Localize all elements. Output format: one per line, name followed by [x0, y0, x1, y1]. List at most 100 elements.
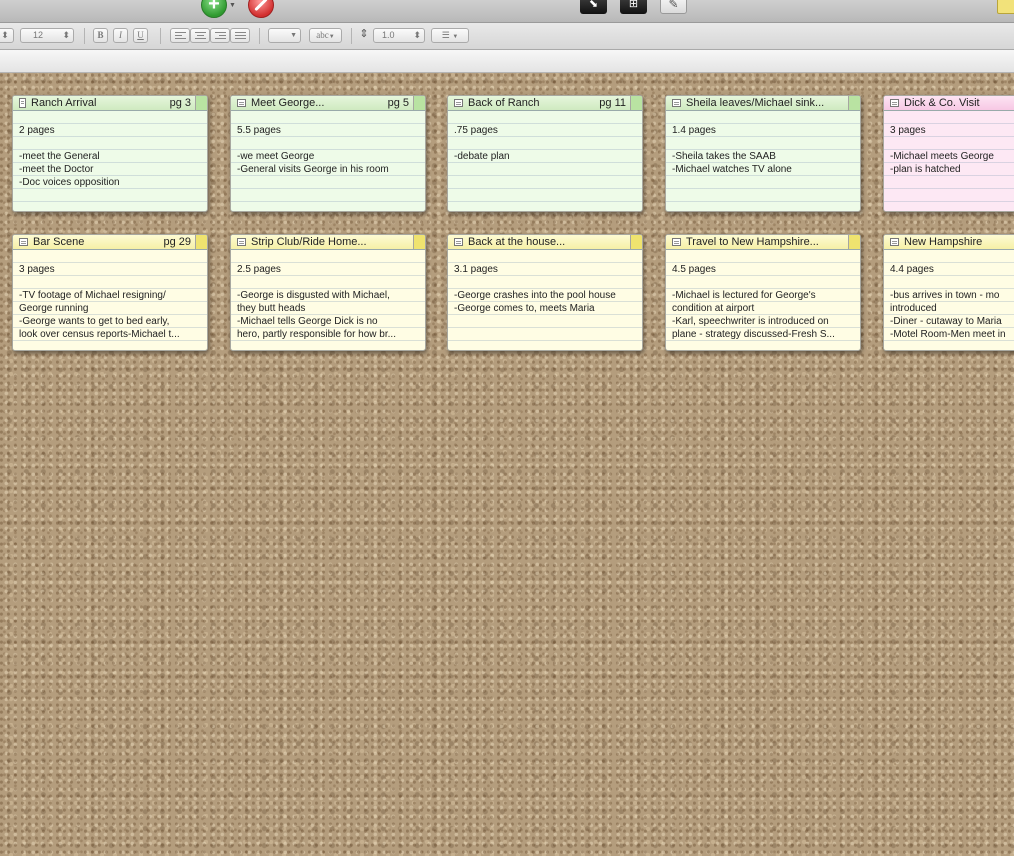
card-title-bar: Sheila leaves/Michael sink...: [666, 96, 860, 111]
card-title-bar: Strip Club/Ride Home...: [231, 235, 425, 250]
synopsis-line: -Diner - cutaway to Maria: [890, 316, 1002, 327]
synopsis-line: -Sheila takes the SAAB: [672, 151, 776, 162]
synopsis-line: -plan is hatched: [890, 164, 961, 175]
justify-button[interactable]: [230, 28, 250, 43]
index-card[interactable]: New Hampshire 4.4 pages -bus arrives in …: [883, 234, 1014, 351]
document-icon: [237, 99, 246, 107]
font-size-stepper-icon[interactable]: ⬍: [62, 29, 70, 42]
synopsis-line: introduced: [890, 303, 937, 314]
document-icon: [672, 99, 681, 107]
index-card[interactable]: Back at the house... 3.1 pages -George c…: [447, 234, 643, 351]
card-synopsis[interactable]: 2 pages -meet the General -meet the Doct…: [13, 111, 207, 211]
line-spacing-field[interactable]: 1.0 ⬍: [373, 28, 425, 43]
synopsis-line: -Doc voices opposition: [19, 177, 120, 188]
card-page-count: 5.5 pages: [237, 125, 281, 136]
header-strip: [0, 50, 1014, 73]
card-title-bar: Back at the house...: [448, 235, 642, 250]
index-card[interactable]: Back of Ranch pg 11 .75 pages -debate pl…: [447, 95, 643, 212]
document-icon: [890, 99, 899, 107]
card-title-bar: Dick & Co. Visit: [884, 96, 1014, 111]
style-stepper[interactable]: ⬍: [0, 28, 14, 43]
synopsis-line: -George comes to, meets Maria: [454, 303, 595, 314]
card-synopsis[interactable]: 4.5 pages -Michael is lectured for Georg…: [666, 250, 860, 350]
document-icon: [454, 238, 463, 246]
synopsis-line: -bus arrives in town - mo: [890, 290, 1000, 301]
card-title-bar: Bar Scene pg 29: [13, 235, 207, 250]
card-title: Back at the house...: [468, 236, 566, 248]
list-icon: ☰: [441, 30, 450, 40]
synopsis-line: condition at airport: [672, 303, 755, 314]
index-card[interactable]: Dick & Co. Visit 3 pages -Michael meets …: [883, 95, 1014, 212]
line-spacing-value: 1.0: [382, 30, 395, 40]
note-icon[interactable]: [997, 0, 1014, 14]
card-title: Meet George...: [251, 97, 325, 109]
index-card[interactable]: Sheila leaves/Michael sink... 1.4 pages …: [665, 95, 861, 212]
index-card[interactable]: Bar Scene pg 29 3 pages -TV footage of M…: [12, 234, 208, 351]
card-synopsis[interactable]: 3 pages -TV footage of Michael resigning…: [13, 250, 207, 350]
synopsis-line: -George is disgusted with Michael,: [237, 290, 390, 301]
chevron-down-icon: ▼: [328, 34, 335, 40]
synopsis-line: -Michael watches TV alone: [672, 164, 792, 175]
card-title: New Hampshire: [904, 236, 983, 248]
synopsis-line: -Michael is lectured for George's: [672, 290, 816, 301]
document-icon: [454, 99, 463, 107]
synopsis-line: hero, partly responsible for how br...: [237, 329, 396, 340]
synopsis-line: -Michael meets George: [890, 151, 994, 162]
edit-pencil-icon[interactable]: ✎: [660, 0, 687, 14]
card-synopsis[interactable]: 5.5 pages -we meet George -General visit…: [231, 111, 425, 211]
card-page-count: 4.4 pages: [890, 264, 934, 275]
card-synopsis[interactable]: 3.1 pages -George crashes into the pool …: [448, 250, 642, 350]
align-right-icon: [214, 32, 226, 39]
card-synopsis[interactable]: .75 pages -debate plan: [448, 111, 642, 211]
card-synopsis[interactable]: 4.4 pages -bus arrives in town - mo intr…: [884, 250, 1014, 350]
card-synopsis[interactable]: 2.5 pages -George is disgusted with Mich…: [231, 250, 425, 350]
align-center-button[interactable]: [190, 28, 210, 43]
synopsis-line: -Michael tells George Dick is no: [237, 316, 378, 327]
index-card[interactable]: Travel to New Hampshire... 4.5 pages -Mi…: [665, 234, 861, 351]
index-card[interactable]: Strip Club/Ride Home... 2.5 pages -Georg…: [230, 234, 426, 351]
index-card[interactable]: Meet George... pg 5 5.5 pages -we meet G…: [230, 95, 426, 212]
label-color-tab: [848, 235, 860, 249]
card-page: pg 11: [599, 97, 626, 109]
underline-button[interactable]: U: [133, 28, 148, 43]
synopsis-line: George running: [19, 303, 89, 314]
synopsis-line: -debate plan: [454, 151, 510, 162]
add-icon[interactable]: +: [201, 0, 227, 18]
snapshot-icon[interactable]: ⊞: [620, 0, 647, 14]
card-title-bar: Ranch Arrival pg 3: [13, 96, 207, 111]
italic-button[interactable]: I: [113, 28, 128, 43]
card-page-count: 2 pages: [19, 125, 55, 136]
list-style-popup[interactable]: ☰ ▼: [431, 28, 469, 43]
add-menu-caret-icon[interactable]: ▼: [229, 2, 236, 9]
card-title: Strip Club/Ride Home...: [251, 236, 367, 248]
card-synopsis[interactable]: 1.4 pages -Sheila takes the SAAB -Michae…: [666, 111, 860, 211]
synopsis-line: -TV footage of Michael resigning/: [19, 290, 166, 301]
card-title: Dick & Co. Visit: [904, 97, 980, 109]
document-icon: [890, 238, 899, 246]
bold-button[interactable]: B: [93, 28, 108, 43]
card-synopsis[interactable]: 3 pages -Michael meets George -plan is h…: [884, 111, 1014, 211]
align-right-button[interactable]: [210, 28, 230, 43]
text-color-popup[interactable]: ▼: [268, 28, 301, 43]
document-icon: [237, 238, 246, 246]
delete-icon[interactable]: [248, 0, 274, 18]
justify-icon: [234, 32, 246, 39]
card-page-count: 1.4 pages: [672, 125, 716, 136]
synopsis-line: -we meet George: [237, 151, 315, 162]
highlight-label: abc: [316, 30, 329, 40]
card-page: pg 3: [169, 97, 191, 109]
corkboard[interactable]: Ranch Arrival pg 3 2 pages -meet the Gen…: [0, 73, 1014, 856]
synopsis-line: -Motel Room-Men meet in: [890, 329, 1006, 340]
line-spacing-stepper-icon[interactable]: ⬍: [413, 29, 421, 42]
align-left-button[interactable]: [170, 28, 190, 43]
separator: [259, 28, 260, 44]
separator: [351, 28, 352, 44]
highlight-popup[interactable]: abc▼: [309, 28, 342, 43]
inspector-icon[interactable]: ⬊: [580, 0, 607, 14]
card-page-count: .75 pages: [454, 125, 498, 136]
card-page-count: 2.5 pages: [237, 264, 281, 275]
index-card[interactable]: Ranch Arrival pg 3 2 pages -meet the Gen…: [12, 95, 208, 212]
card-page-count: 3 pages: [890, 125, 926, 136]
font-size-field[interactable]: 12 ⬍: [20, 28, 74, 43]
line-spacing-icon: ⇕: [359, 28, 369, 40]
